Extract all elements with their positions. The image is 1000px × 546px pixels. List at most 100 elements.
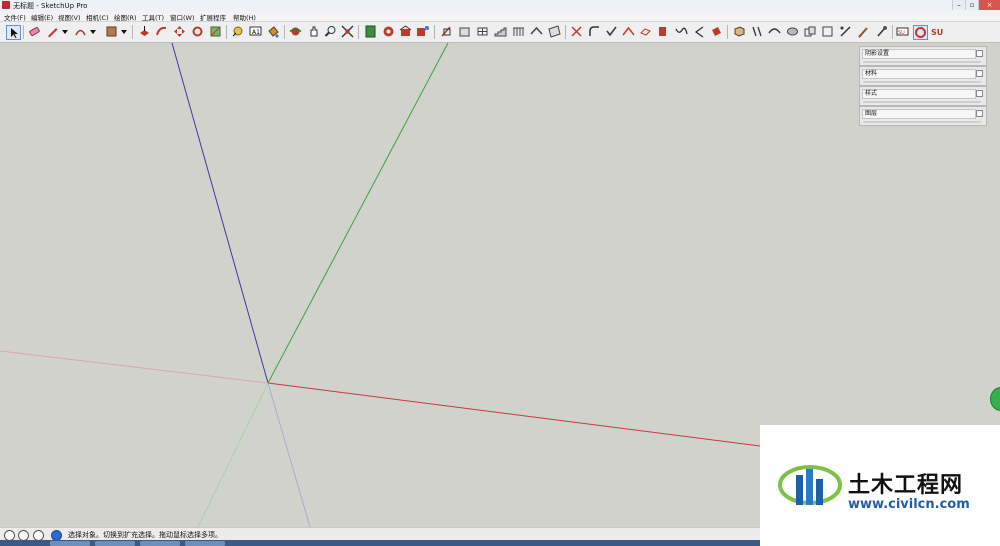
svg-text:A1: A1 bbox=[252, 29, 260, 36]
zoom-icon[interactable] bbox=[324, 25, 337, 38]
su-logo-icon[interactable]: SU bbox=[931, 25, 944, 38]
brush-icon[interactable] bbox=[857, 25, 870, 38]
status-bar: 选择对象。切换到扩充选择。拖动鼠标选择多项。 bbox=[0, 527, 760, 541]
corner-icon[interactable] bbox=[622, 25, 635, 38]
components-icon[interactable] bbox=[382, 25, 395, 38]
menu-edit[interactable]: 编辑(E) bbox=[31, 12, 53, 22]
green-axis-negative bbox=[197, 382, 269, 528]
panel-title[interactable]: 样式 bbox=[862, 89, 976, 99]
select-icon[interactable] bbox=[6, 25, 21, 40]
pan-icon[interactable] bbox=[307, 25, 320, 38]
paint-bucket-icon[interactable] bbox=[267, 25, 280, 38]
menu-tools[interactable]: 工具(T) bbox=[142, 12, 164, 22]
solid-union-icon[interactable] bbox=[804, 25, 817, 38]
sweep-icon[interactable] bbox=[768, 25, 781, 38]
stairs-icon[interactable] bbox=[494, 25, 507, 38]
extrude-icon[interactable] bbox=[656, 25, 669, 38]
solid-subtract-icon[interactable] bbox=[821, 25, 834, 38]
blue-axis-negative bbox=[267, 382, 311, 528]
dropdown-icon[interactable] bbox=[61, 25, 69, 38]
toolbar-separator bbox=[23, 25, 24, 39]
warehouse-icon[interactable] bbox=[399, 25, 412, 38]
section-plane-icon[interactable] bbox=[440, 25, 453, 38]
toolbar-separator bbox=[892, 25, 893, 39]
blue-axis-positive bbox=[171, 42, 269, 384]
close-button[interactable]: × bbox=[978, 0, 1000, 10]
panel-divider bbox=[863, 121, 981, 123]
watermark-title: 土木工程网 bbox=[848, 473, 964, 498]
panel-title[interactable]: 材料 bbox=[862, 69, 976, 79]
fillet-icon[interactable] bbox=[588, 25, 601, 38]
push-pull-icon[interactable] bbox=[138, 25, 151, 38]
svg-text:SU: SU bbox=[898, 30, 905, 36]
railing-icon[interactable] bbox=[512, 25, 525, 38]
tape-measure-icon[interactable] bbox=[231, 25, 244, 38]
panel-toggle-button[interactable] bbox=[976, 90, 983, 97]
maximize-button[interactable]: ▫ bbox=[965, 0, 978, 10]
menu-file[interactable]: 文件(F) bbox=[4, 12, 26, 22]
scale-icon[interactable] bbox=[209, 25, 222, 38]
orbit-icon[interactable] bbox=[289, 25, 302, 38]
toolbar-separator bbox=[226, 25, 227, 39]
move-icon[interactable] bbox=[173, 25, 186, 38]
os-taskbar bbox=[0, 540, 760, 546]
menu-draw[interactable]: 绘图(R) bbox=[114, 12, 137, 22]
panel-title[interactable]: 图层 bbox=[862, 109, 976, 119]
panel-toggle-button[interactable] bbox=[976, 70, 983, 77]
share-icon[interactable] bbox=[416, 25, 429, 38]
sketchup-app-icon bbox=[2, 1, 10, 9]
civilcn-logo-icon bbox=[778, 455, 842, 513]
panel-toggle-button[interactable] bbox=[976, 110, 983, 117]
offset-icon[interactable] bbox=[639, 25, 652, 38]
follow-me-icon[interactable] bbox=[155, 25, 168, 38]
menu-help[interactable]: 帮助(H) bbox=[233, 12, 256, 22]
rotate-icon[interactable] bbox=[191, 25, 204, 38]
chamfer-icon[interactable] bbox=[605, 25, 618, 38]
menu-view[interactable]: 视图(V) bbox=[58, 12, 81, 22]
red-axis-negative bbox=[0, 350, 269, 384]
panel-title[interactable]: 阴影设置 bbox=[862, 49, 976, 59]
pencil-icon[interactable] bbox=[46, 25, 59, 38]
taskbar-button[interactable] bbox=[140, 541, 180, 546]
eraser-icon[interactable] bbox=[28, 25, 41, 38]
menu-camera[interactable]: 相机(C) bbox=[86, 12, 109, 22]
roof-icon[interactable] bbox=[530, 25, 543, 38]
arc-icon[interactable] bbox=[74, 25, 87, 38]
tray-panel-shadows[interactable]: 阴影设置 bbox=[859, 46, 987, 66]
panel-divider bbox=[863, 81, 981, 83]
angle-icon[interactable] bbox=[693, 25, 706, 38]
toolbar-separator bbox=[284, 25, 285, 39]
dropper-icon[interactable] bbox=[875, 25, 888, 38]
minimize-button[interactable]: – bbox=[952, 0, 965, 10]
beam-icon[interactable] bbox=[548, 25, 561, 38]
shell-icon[interactable] bbox=[786, 25, 799, 38]
dropdown-icon[interactable] bbox=[89, 25, 97, 38]
curve-icon[interactable] bbox=[675, 25, 688, 38]
menu-extensions[interactable]: 扩展程序 bbox=[200, 12, 226, 22]
follow-plugin-icon[interactable] bbox=[913, 25, 928, 40]
surface-icon[interactable] bbox=[710, 25, 723, 38]
rectangle-icon[interactable] bbox=[105, 25, 118, 38]
dropdown-icon[interactable] bbox=[120, 25, 128, 38]
window-tool-icon[interactable] bbox=[476, 25, 489, 38]
taskbar-button[interactable] bbox=[185, 541, 225, 546]
tray-panel-layers[interactable]: 图层 bbox=[859, 106, 987, 126]
green-axis-positive bbox=[267, 42, 449, 384]
text-icon[interactable]: A1 bbox=[249, 25, 262, 38]
scenes-icon[interactable] bbox=[364, 25, 377, 38]
panel-toggle-button[interactable] bbox=[976, 50, 983, 57]
tray-panel-materials[interactable]: 材料 bbox=[859, 66, 987, 86]
cut-icon[interactable] bbox=[839, 25, 852, 38]
intersect-icon[interactable] bbox=[570, 25, 583, 38]
svg-text:SU: SU bbox=[931, 28, 943, 37]
zoom-extents-icon[interactable] bbox=[341, 25, 354, 38]
toolbar-separator bbox=[565, 25, 566, 39]
sketchup-plugin-icon[interactable]: SU bbox=[896, 25, 909, 38]
box-icon[interactable] bbox=[733, 25, 746, 38]
taskbar-button[interactable] bbox=[95, 541, 135, 546]
wall-icon[interactable] bbox=[458, 25, 471, 38]
taskbar-button[interactable] bbox=[50, 541, 90, 546]
loft-icon[interactable] bbox=[751, 25, 764, 38]
tray-panel-styles[interactable]: 样式 bbox=[859, 86, 987, 106]
menu-window[interactable]: 窗口(W) bbox=[170, 12, 195, 22]
